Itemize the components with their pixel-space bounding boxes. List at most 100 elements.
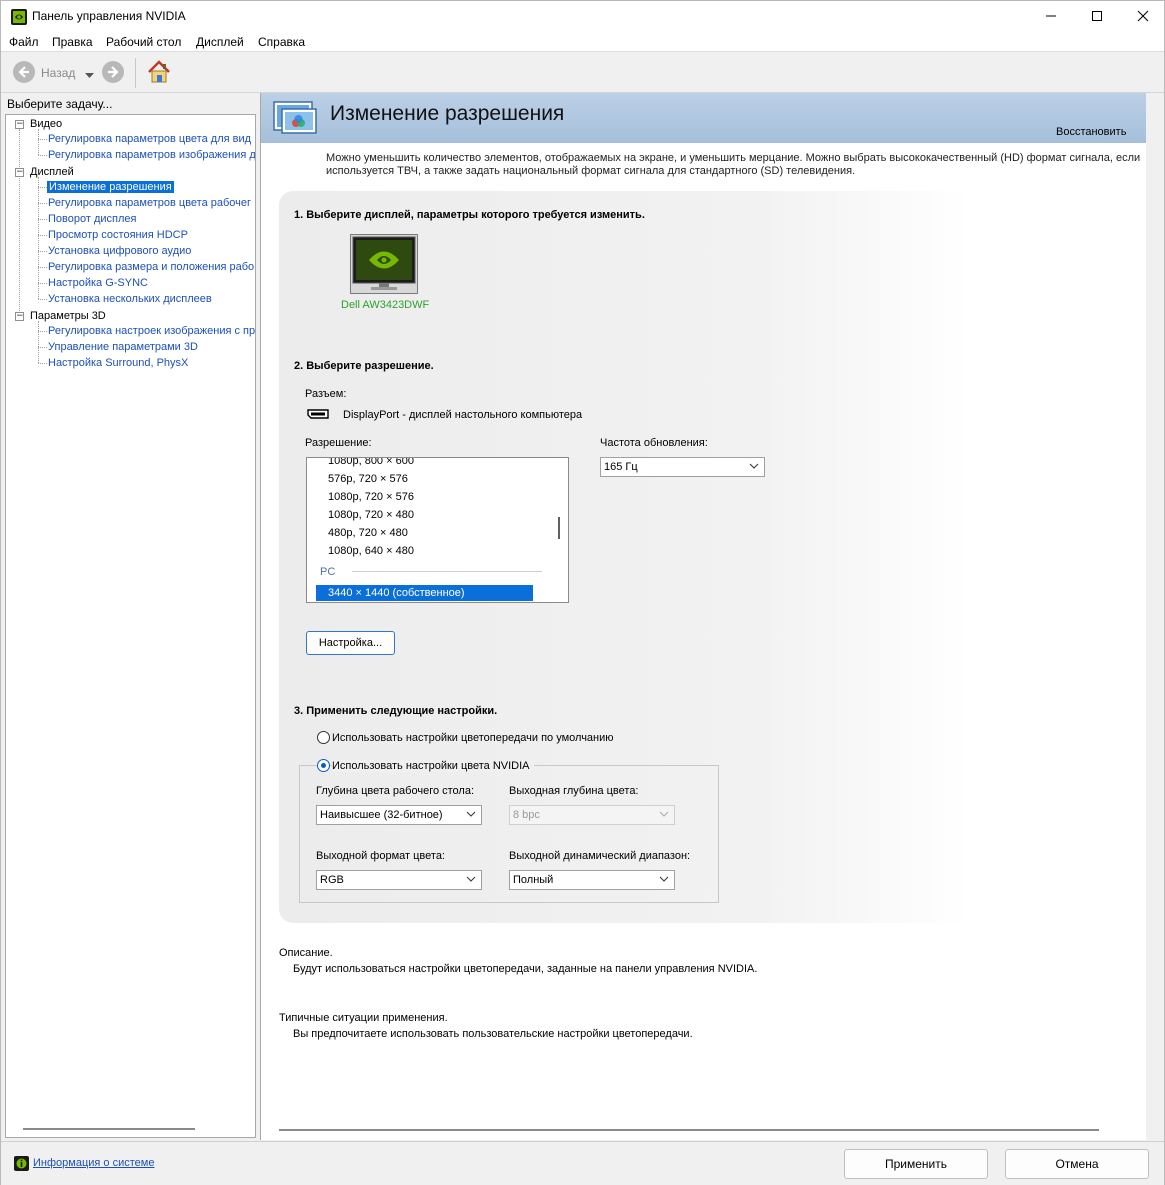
home-icon (148, 60, 170, 83)
typical-usage-heading: Типичные ситуации применения. (279, 1012, 448, 1024)
menu-edit[interactable]: Правка (52, 35, 93, 49)
menu-file[interactable]: Файл (9, 35, 39, 49)
home-button[interactable] (146, 59, 172, 88)
resolution-item[interactable]: 480p, 720 × 480 (328, 527, 408, 539)
task-label: Выберите задачу... (7, 97, 113, 111)
apply-button[interactable]: Применить (844, 1149, 988, 1179)
tree-item-change-resolution[interactable]: Изменение разрешения (47, 181, 174, 193)
resolution-item[interactable]: 1080p, 720 × 480 (328, 509, 414, 521)
listbox-scrollbar[interactable] (558, 517, 560, 539)
tree-category-3d[interactable]: Параметры 3D (30, 310, 106, 322)
refresh-rate-value: 165 Гц (604, 461, 638, 473)
close-button[interactable] (1120, 1, 1165, 31)
radio-default-color-label[interactable]: Использовать настройки цветопередачи по … (332, 732, 614, 744)
content-pane: Изменение разрешения Восстановить Можно … (260, 93, 1146, 1140)
content-horizontal-scrollbar[interactable] (279, 1129, 1099, 1131)
tree-category-display[interactable]: Дисплей (30, 166, 74, 178)
output-format-label: Выходной формат цвета: (316, 850, 445, 862)
display-settings-icon (272, 99, 320, 142)
menu-display[interactable]: Дисплей (196, 35, 244, 49)
tree-item-multiple-displays[interactable]: Установка нескольких дисплеев (48, 293, 212, 305)
tree-item-3d-image[interactable]: Регулировка настроек изображения с пр (48, 325, 255, 337)
step3-heading: 3. Применить следующие настройки. (294, 705, 498, 717)
close-icon (1137, 10, 1149, 22)
menu-desktop[interactable]: Рабочий стол (106, 35, 181, 49)
tree-item-video-color[interactable]: Регулировка параметров цвета для вид (48, 133, 251, 145)
resolution-item[interactable]: 1080p, 640 × 480 (328, 545, 414, 557)
resolution-item[interactable]: 1080p, 720 × 576 (328, 491, 414, 503)
refresh-rate-label: Частота обновления: (600, 437, 708, 449)
system-info-link[interactable]: Информация о системе (33, 1157, 154, 1169)
connector-value: DisplayPort - дисплей настольного компью… (343, 409, 583, 421)
resolution-group-pc: PC (320, 566, 336, 578)
customize-button[interactable]: Настройка... (306, 631, 395, 655)
radio-nvidia-color[interactable] (317, 759, 330, 772)
chevron-down-icon (659, 811, 669, 817)
tree-item-desktop-size[interactable]: Регулировка размера и положения рабо (48, 261, 254, 273)
description-heading: Описание. (279, 947, 333, 959)
tree-item-surround-physx[interactable]: Настройка Surround, PhysX (48, 357, 188, 369)
history-dropdown-icon[interactable] (85, 69, 94, 82)
tree-item-3d-settings[interactable]: Управление параметрами 3D (48, 341, 198, 353)
chevron-down-icon (749, 463, 759, 469)
back-label[interactable]: Назад (41, 66, 75, 80)
tree-item-desktop-color[interactable]: Регулировка параметров цвета рабочег (48, 197, 251, 209)
radio-nvidia-color-label[interactable]: Использовать настройки цвета NVIDIA (332, 760, 534, 772)
step2-heading: 2. Выберите разрешение. (294, 360, 434, 372)
typical-usage-text: Вы предпочитаете использовать пользовате… (293, 1028, 693, 1040)
description-text: Будут использоваться настройки цветопере… (293, 963, 758, 975)
resolution-item[interactable]: 1080p, 800 × 600 (328, 458, 414, 467)
tree-item-gsync[interactable]: Настройка G-SYNC (48, 277, 148, 289)
desktop-depth-label: Глубина цвета рабочего стола: (316, 785, 475, 797)
dynamic-range-select[interactable]: Полный (509, 870, 675, 890)
maximize-button[interactable] (1074, 1, 1120, 31)
footer-bar: Информация о системе Применить Отмена (1, 1141, 1164, 1185)
task-tree: − Видео Регулировка параметров цвета для… (5, 114, 256, 1138)
resolution-item-selected[interactable]: 3440 × 1440 (собственное) (316, 585, 533, 601)
tree-horizontal-scrollbar[interactable] (23, 1128, 195, 1130)
menu-bar: Файл Правка Рабочий стол Дисплей Справка (1, 31, 1164, 52)
tree-item-digital-audio[interactable]: Установка цифрового аудио (48, 245, 191, 257)
step1-heading: 1. Выберите дисплей, параметры которого … (294, 209, 645, 221)
arrow-left-icon (18, 66, 29, 78)
tree-item-rotate-display[interactable]: Поворот дисплея (48, 213, 136, 225)
chevron-down-icon (659, 876, 669, 882)
minimize-icon (1046, 15, 1056, 17)
toolbar: Назад (1, 53, 1164, 93)
page-intro: Можно уменьшить количество элементов, от… (326, 152, 1141, 177)
nvidia-app-icon (11, 9, 27, 25)
display-selector[interactable] (350, 234, 418, 294)
output-depth-value: 8 bpc (513, 809, 540, 821)
displayport-icon (307, 409, 329, 422)
output-depth-select[interactable]: 8 bpc (509, 805, 675, 825)
desktop-depth-select[interactable]: Наивысшее (32-битное) (316, 805, 482, 825)
resolution-item[interactable]: 576p, 720 × 576 (328, 473, 408, 485)
dynamic-range-label: Выходной динамический диапазон: (509, 850, 691, 862)
resolution-listbox[interactable]: 1080p, 800 × 600 576p, 720 × 576 1080p, … (306, 457, 569, 603)
menu-help[interactable]: Справка (258, 35, 305, 49)
tree-category-video[interactable]: Видео (30, 118, 62, 130)
output-format-select[interactable]: RGB (316, 870, 482, 890)
cancel-button[interactable]: Отмена (1005, 1149, 1149, 1179)
chevron-down-icon (466, 811, 476, 817)
system-info-icon[interactable] (14, 1156, 29, 1174)
radio-default-color[interactable] (317, 731, 330, 744)
collapse-display-icon[interactable]: − (15, 168, 24, 177)
forward-button[interactable] (102, 61, 124, 83)
maximize-icon (1092, 11, 1102, 21)
connector-label: Разъем: (305, 388, 347, 400)
output-format-value: RGB (320, 874, 344, 886)
collapse-video-icon[interactable]: − (15, 120, 24, 129)
minimize-button[interactable] (1028, 1, 1074, 31)
display-name[interactable]: Dell AW3423DWF (341, 299, 429, 311)
tree-item-hdcp-status[interactable]: Просмотр состояния HDCP (48, 229, 188, 241)
desktop-depth-value: Наивысшее (32-битное) (320, 809, 443, 821)
restore-link[interactable]: Восстановить (1056, 126, 1126, 138)
dynamic-range-value: Полный (513, 874, 554, 886)
refresh-rate-select[interactable]: 165 Гц (600, 457, 765, 477)
arrow-right-icon (108, 66, 119, 78)
collapse-3d-icon[interactable]: − (15, 312, 24, 321)
tree-item-video-image[interactable]: Регулировка параметров изображения д (48, 149, 255, 161)
back-button[interactable] (13, 61, 35, 83)
output-depth-label: Выходная глубина цвета: (509, 785, 639, 797)
